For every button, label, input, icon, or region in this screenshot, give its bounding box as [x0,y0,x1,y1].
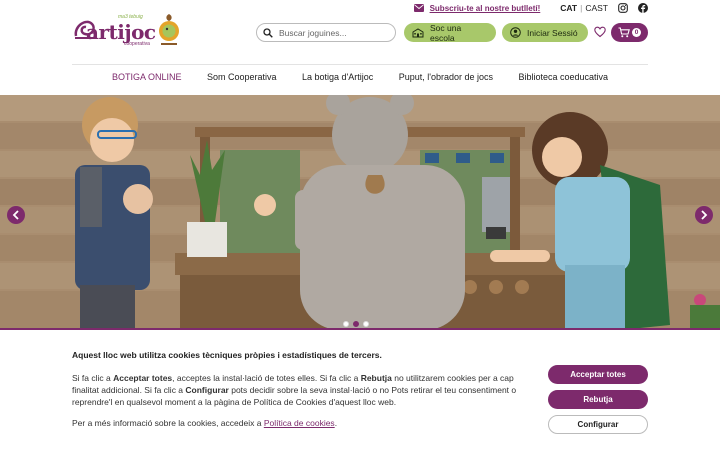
chevron-left-icon [12,210,19,220]
puput-seal-icon [159,14,179,45]
login-button-label: Iniciar Sessió [527,27,578,38]
cookie-text-config: Configurar [185,385,229,395]
carousel-dot-3[interactable] [363,321,369,327]
login-button[interactable]: Iniciar Sessió [502,23,588,42]
cart-icon [618,27,630,38]
cookie-description: Si fa clic a Acceptar totes, acceptes la… [72,372,534,408]
school-button-label: Soc una escola [429,22,462,43]
carousel-dot-1[interactable] [343,321,349,327]
nav-item-botiga-online[interactable]: BOTIGA ONLINE [112,72,182,88]
cookie-more-end: . [334,418,338,428]
user-icon [510,27,521,38]
site-header: ma3 tebuig artijoc cooperativa Subscriu-… [0,0,720,95]
mail-icon [413,4,424,12]
nav-item-biblioteca[interactable]: Biblioteca coeducativa [518,72,608,88]
newsletter-link[interactable]: Subscriu-te al nostre butlletí! [430,4,541,13]
facebook-icon[interactable] [638,3,648,13]
carousel-dot-2[interactable] [353,321,359,327]
cookie-title: Aquest lloc web utilitza cookies tècniqu… [72,350,382,360]
nav-item-puput[interactable]: Puput, l'obrador de jocs [399,72,493,88]
logo-subtitle: cooperativa [124,41,150,47]
main-nav: BOTIGA ONLINE Som Cooperativa La botiga … [72,72,648,88]
cart-button[interactable]: 0 [611,23,648,42]
chevron-right-icon [701,210,708,220]
cookie-policy-link[interactable]: Política de cookies [264,418,335,428]
lang-cast-option[interactable]: CAST [585,3,608,13]
cookie-text-1: Si fa clic a [72,373,114,383]
search-input[interactable] [279,27,389,38]
hero-carousel [0,95,720,330]
accept-all-cookies-button[interactable]: Acceptar totes [548,365,648,384]
artijoc-logo[interactable]: ma3 tebuig artijoc cooperativa [72,12,156,48]
nav-item-som-cooperativa[interactable]: Som Cooperativa [207,72,277,88]
carousel-dots [343,321,369,327]
lang-cat-option[interactable]: CAT [560,3,577,13]
nav-item-botiga-artijoc[interactable]: La botiga d'Artijoc [302,72,373,88]
cookie-text-2: , acceptes la instal·lació de totes elle… [172,373,361,383]
instagram-icon[interactable] [618,3,628,13]
cookie-text-accept: Acceptar totes [113,373,173,383]
reject-cookies-button[interactable]: Rebutja [548,390,648,409]
cookie-more-text: Per a més informació sobre la cookies, a… [72,418,264,428]
language-switcher: CAT | CAST [560,3,608,13]
school-icon [412,27,424,37]
cookie-text-reject: Rebutja [360,373,392,383]
search-icon [263,27,273,38]
configure-cookies-button[interactable]: Configurar [548,415,648,434]
logo-group[interactable]: ma3 tebuig artijoc cooperativa [72,12,182,48]
carousel-prev-button[interactable] [7,206,25,224]
search-box[interactable] [256,23,396,42]
cookie-more-info: Per a més informació sobre la cookies, a… [72,418,337,428]
carousel-next-button[interactable] [695,206,713,224]
cart-count-badge: 0 [632,28,641,37]
header-divider [72,64,648,65]
school-button[interactable]: Soc una escola [404,22,496,43]
wishlist-heart-icon[interactable] [594,26,606,38]
cookie-banner: Aquest lloc web utilitza cookies tècniqu… [0,330,720,450]
top-utility-bar: Subscriu-te al nostre butlletí! CAT | CAST [413,3,648,13]
hero-slide-image [0,95,720,330]
